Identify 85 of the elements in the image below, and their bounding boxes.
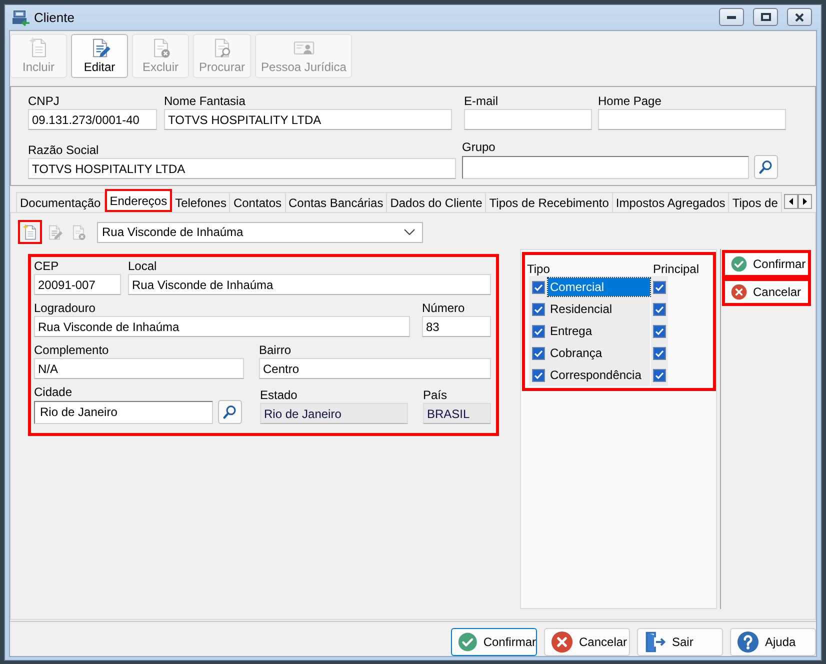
field-label: Bairro <box>259 343 292 358</box>
text-field[interactable]: TOTVS HOSPITALITY LTDA <box>164 109 452 130</box>
check-circle-icon <box>458 631 478 653</box>
triangle-left-icon <box>789 198 793 205</box>
door-arrow-icon <box>644 631 666 653</box>
checkbox[interactable] <box>653 368 666 382</box>
field-label: E-mail <box>464 94 500 109</box>
tab[interactable]: Impostos Agregados <box>612 192 730 212</box>
checkbox[interactable] <box>532 324 545 338</box>
triangle-right-icon <box>803 198 807 205</box>
field-label: Estado <box>260 388 298 403</box>
checkbox[interactable] <box>653 324 666 338</box>
chevron-down-icon <box>404 229 415 235</box>
text-field[interactable]: Centro <box>259 358 491 379</box>
text-field[interactable]: 09.131.273/0001-40 <box>28 109 157 130</box>
field-label: CNPJ <box>28 94 60 109</box>
help-icon <box>737 631 759 653</box>
checkbox[interactable] <box>532 346 545 360</box>
scroll-right-button[interactable] <box>798 194 812 209</box>
column-header: Principal <box>653 262 700 276</box>
new-button[interactable] <box>18 220 42 244</box>
checkbox[interactable] <box>532 280 545 294</box>
checkbox[interactable] <box>653 280 666 294</box>
check-circle-icon <box>731 256 747 272</box>
tab[interactable]: Endereços <box>104 189 172 212</box>
x-circle-icon <box>731 284 747 300</box>
field-label: Nome Fantasia <box>164 94 246 109</box>
text-field[interactable]: N/A <box>34 358 244 379</box>
checkbox[interactable] <box>532 302 545 316</box>
field-label: País <box>423 388 448 403</box>
tab[interactable]: Tipos de <box>729 192 782 212</box>
cancel-button[interactable]: Cancelar <box>722 278 811 306</box>
close-icon <box>795 12 804 22</box>
field-label: CEP <box>34 259 60 274</box>
tab[interactable]: Dados do Cliente <box>387 192 486 212</box>
search-button[interactable] <box>754 155 778 179</box>
column-header: Tipo <box>527 262 551 276</box>
scroll-left-button[interactable] <box>784 194 798 209</box>
maximize-button[interactable] <box>753 8 778 26</box>
text-field[interactable]: 83 <box>422 316 491 337</box>
x-circle-icon <box>551 631 573 653</box>
close-button[interactable] <box>787 8 812 26</box>
search-icon <box>222 404 238 420</box>
field-label: Local <box>128 259 158 274</box>
field-label: Complemento <box>34 343 110 358</box>
text-field[interactable] <box>598 109 786 130</box>
cancel-button[interactable]: Cancelar <box>544 628 630 656</box>
list-item[interactable]: Comercial <box>548 278 650 296</box>
new-document-icon <box>22 224 38 240</box>
help-button[interactable]: Ajuda <box>730 628 816 656</box>
tab[interactable]: Documentação <box>16 192 105 212</box>
text-field[interactable]: 20091-007 <box>34 274 121 295</box>
field-label: Logradouro <box>34 301 96 316</box>
minimize-button[interactable] <box>719 8 744 26</box>
tab[interactable]: Contatos <box>230 192 286 212</box>
read-only-field[interactable]: Rio de Janeiro <box>260 403 408 424</box>
field-label: Grupo <box>462 140 496 155</box>
lookup-field[interactable] <box>462 156 749 178</box>
window-title: Cliente <box>34 10 74 26</box>
exit-button[interactable]: Sair <box>637 628 723 656</box>
read-only-field[interactable]: BRASIL <box>423 403 491 424</box>
toolbar-button[interactable]: Editar <box>71 34 128 78</box>
lookup-field[interactable]: Rio de Janeiro <box>34 400 213 424</box>
confirm-button[interactable]: Confirmar <box>451 628 537 656</box>
checkbox[interactable] <box>653 346 666 360</box>
confirm-button[interactable]: Confirmar <box>722 250 811 278</box>
text-field[interactable] <box>464 109 592 130</box>
tab[interactable]: Tipos de Recebimento <box>486 192 613 212</box>
field-label: Razão Social <box>28 143 100 158</box>
checkbox[interactable] <box>532 368 545 382</box>
search-icon <box>758 159 774 175</box>
tab[interactable]: Contas Bancárias <box>286 192 388 212</box>
cash-register-icon <box>12 10 30 26</box>
maximize-icon <box>760 13 770 21</box>
minimize-icon <box>727 16 736 18</box>
search-button[interactable] <box>218 400 242 424</box>
text-field[interactable]: Rua Visconde de Inhaúma <box>128 274 491 295</box>
field-label: Home Page <box>598 94 662 109</box>
checkbox[interactable] <box>653 302 666 316</box>
address-dropdown[interactable]: Rua Visconde de Inhaúma <box>97 222 423 242</box>
field-label: Número <box>422 301 466 316</box>
field-label: Cidade <box>34 385 74 400</box>
text-field[interactable]: TOTVS HOSPITALITY LTDA <box>28 158 456 179</box>
tab[interactable]: Telefones <box>172 192 230 212</box>
text-field[interactable]: Rua Visconde de Inhaúma <box>34 316 410 337</box>
